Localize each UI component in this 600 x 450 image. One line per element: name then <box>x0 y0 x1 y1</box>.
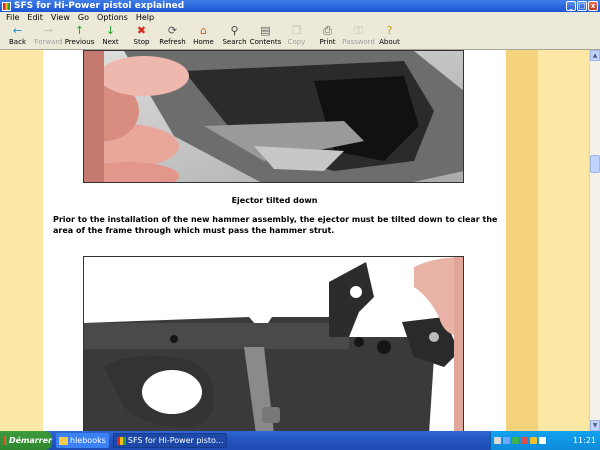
window-title: SFS for Hi-Power pistol explained <box>14 1 185 11</box>
next-icon: ↓ <box>105 24 116 37</box>
copy-icon: ❐ <box>291 24 302 37</box>
photo-ejector-tilted <box>83 50 464 183</box>
tray-network-icon[interactable] <box>494 437 501 444</box>
clock: 11:21 <box>572 436 596 445</box>
right-decor-band <box>506 50 538 431</box>
app-icon <box>2 1 11 11</box>
print-label: Print <box>319 38 336 46</box>
taskbar-item-sfs[interactable]: SFS for Hi-Power pisto... <box>112 433 228 448</box>
instruction-paragraph: Prior to the installation of the new ham… <box>53 215 498 235</box>
tray-alert-icon[interactable] <box>530 437 537 444</box>
previous-icon: ↑ <box>74 24 85 37</box>
photo-caption: Ejector tilted down <box>231 196 318 205</box>
back-button[interactable]: ← Back <box>2 23 33 49</box>
close-button[interactable]: x <box>588 1 598 11</box>
minimize-button[interactable]: _ <box>566 1 576 11</box>
system-tray: 11:21 <box>490 431 600 450</box>
scroll-down-button[interactable]: ▼ <box>590 420 600 431</box>
refresh-button[interactable]: ⟳ Refresh <box>157 23 188 49</box>
about-label: About <box>379 38 400 46</box>
previous-label: Previous <box>64 38 95 46</box>
forward-icon: → <box>43 24 54 37</box>
photo-frame-hammer <box>83 256 464 431</box>
taskbar: Démarrer hlebooks SFS for Hi-Power pisto… <box>0 431 600 450</box>
start-label: Démarrer <box>8 436 52 445</box>
menu-go[interactable]: Go <box>74 13 93 22</box>
start-button[interactable]: Démarrer <box>0 431 52 450</box>
windows-logo-icon <box>3 436 7 445</box>
tray-monitor-icon[interactable] <box>503 437 510 444</box>
back-label: Back <box>9 38 26 46</box>
menu-edit[interactable]: Edit <box>23 13 47 22</box>
folder-icon <box>59 436 68 445</box>
previous-button[interactable]: ↑ Previous <box>64 23 95 49</box>
password-label: Password <box>342 38 375 46</box>
scroll-up-button[interactable]: ▲ <box>590 50 600 61</box>
stop-label: Stop <box>133 38 150 46</box>
left-margin <box>0 50 43 431</box>
right-margin <box>538 50 589 431</box>
menu-file[interactable]: File <box>2 13 23 22</box>
vertical-scrollbar[interactable]: ▲ ▼ <box>589 50 600 431</box>
menu-bar: File Edit View Go Options Help <box>0 12 600 23</box>
scroll-thumb[interactable] <box>590 155 600 173</box>
home-label: Home <box>193 38 214 46</box>
copy-label: Copy <box>287 38 306 46</box>
taskbar-item-hlebooks[interactable]: hlebooks <box>56 433 109 448</box>
taskbar-item-label: hlebooks <box>70 436 106 445</box>
window-controls: _ □ x <box>566 1 598 11</box>
tray-shield-icon[interactable] <box>512 437 519 444</box>
tray-volume-icon[interactable] <box>539 437 546 444</box>
tray-antivirus-icon[interactable] <box>521 437 528 444</box>
menu-options[interactable]: Options <box>93 13 132 22</box>
next-button[interactable]: ↓ Next <box>95 23 126 49</box>
stop-button[interactable]: ✖ Stop <box>126 23 157 49</box>
contents-button[interactable]: ▤ Contents <box>249 23 282 49</box>
title-bar: SFS for Hi-Power pistol explained _ □ x <box>0 0 600 12</box>
copy-button[interactable]: ❐ Copy <box>281 23 312 49</box>
print-button[interactable]: ⎙ Print <box>312 23 343 49</box>
toolbar: ← Back → Forward ↑ Previous ↓ Next ✖ Stop ⟳ Refresh… <box>0 23 600 50</box>
contents-label: Contents <box>249 38 282 46</box>
forward-label: Forward <box>34 38 63 46</box>
home-button[interactable]: ⌂ Home <box>188 23 219 49</box>
search-button[interactable]: ⚲ Search <box>219 23 250 49</box>
home-icon: ⌂ <box>200 24 207 37</box>
password-button[interactable]: ⚿ Password <box>342 23 375 49</box>
menu-view[interactable]: View <box>47 13 74 22</box>
search-icon: ⚲ <box>230 24 239 37</box>
about-icon: ? <box>386 24 393 37</box>
back-icon: ← <box>12 24 23 37</box>
content-area: Ejector tilted down Prior to the install… <box>0 50 589 431</box>
search-label: Search <box>222 38 247 46</box>
taskbar-item-label: SFS for Hi-Power pisto... <box>127 436 224 445</box>
refresh-icon: ⟳ <box>167 24 178 37</box>
password-icon: ⚿ <box>354 24 363 37</box>
app-icon <box>116 436 126 445</box>
contents-icon: ▤ <box>260 24 271 37</box>
stop-icon: ✖ <box>136 24 147 37</box>
menu-help[interactable]: Help <box>132 13 158 22</box>
about-button[interactable]: ? About <box>374 23 405 49</box>
maximize-button[interactable]: □ <box>577 1 587 11</box>
next-label: Next <box>102 38 119 46</box>
refresh-label: Refresh <box>159 38 186 46</box>
print-icon: ⎙ <box>323 24 332 37</box>
forward-button[interactable]: → Forward <box>33 23 64 49</box>
